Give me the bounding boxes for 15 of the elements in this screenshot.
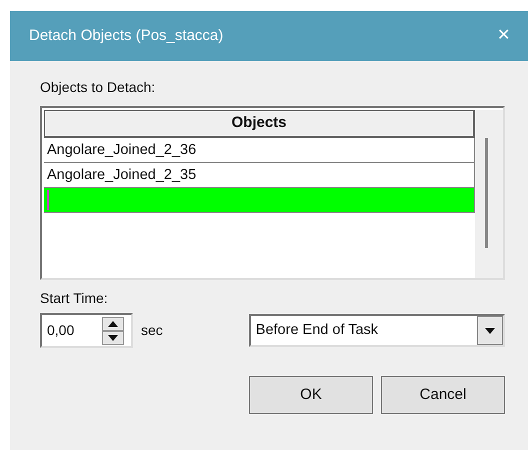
- column-header[interactable]: Objects: [44, 110, 475, 138]
- window-title: Detach Objects (Pos_stacca): [29, 26, 224, 46]
- cancel-button[interactable]: Cancel: [381, 376, 505, 414]
- dropdown-caret-icon[interactable]: [477, 316, 503, 345]
- spin-down-icon[interactable]: [102, 330, 124, 344]
- scrollbar-thumb[interactable]: [485, 138, 488, 248]
- table-row[interactable]: Angolare_Joined_2_36: [44, 138, 475, 163]
- objects-label: Objects to Detach:: [40, 78, 156, 97]
- start-time-spinbox[interactable]: 0,00: [40, 313, 133, 348]
- ok-button[interactable]: OK: [249, 376, 373, 414]
- unit-label: sec: [141, 321, 163, 340]
- selected-row[interactable]: [44, 188, 475, 213]
- start-time-label: Start Time:: [40, 289, 109, 308]
- mode-dropdown[interactable]: Before End of Task: [248, 314, 505, 347]
- spin-up-icon[interactable]: [102, 316, 124, 330]
